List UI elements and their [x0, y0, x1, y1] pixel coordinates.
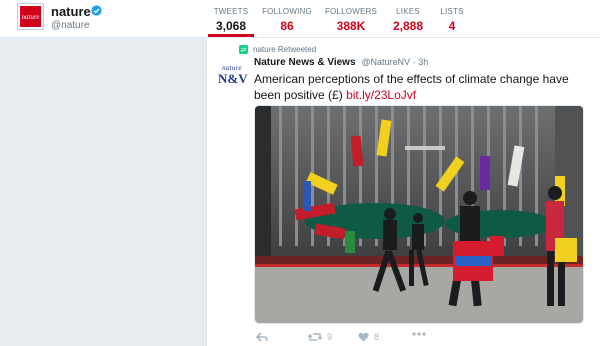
- verified-badge-icon: [91, 5, 102, 16]
- avatar-text-bottom: N&V: [218, 71, 248, 86]
- profile-avatar[interactable]: nature: [17, 3, 44, 30]
- stat-label: FOLLOWERS: [324, 7, 378, 16]
- tweet-time[interactable]: · 3h: [413, 57, 429, 67]
- tab-tweets[interactable]: TWEETS 3,068: [208, 0, 254, 37]
- tweet-link[interactable]: bit.ly/23LoJvf: [346, 88, 416, 102]
- author-avatar[interactable]: nature N&V: [218, 64, 248, 92]
- tweet-photo[interactable]: [254, 105, 584, 324]
- like-button[interactable]: 8: [358, 332, 379, 342]
- author-handle[interactable]: @NatureNV: [361, 57, 410, 67]
- tweet-author: Nature News & Views @NatureNV · 3h: [254, 57, 428, 68]
- retweet-button[interactable]: 9: [308, 332, 332, 342]
- reply-button[interactable]: [256, 332, 268, 342]
- heart-icon: [358, 332, 369, 342]
- stat-label: TWEETS: [213, 7, 249, 16]
- retweet-icon: ⇄: [239, 45, 248, 54]
- stat-label: LISTS: [440, 7, 464, 16]
- author-name[interactable]: Nature News & Views: [254, 57, 356, 68]
- reply-icon: [256, 332, 268, 342]
- retweet-label[interactable]: nature Retweeted: [253, 45, 316, 54]
- stat-value: 86: [280, 19, 294, 33]
- avatar-logo: nature: [20, 6, 41, 27]
- stat-value: 4: [448, 19, 456, 33]
- stat-label: FOLLOWING: [262, 7, 312, 16]
- profile-name[interactable]: nature: [51, 4, 91, 19]
- profile-nav: nature nature @nature TWEETS 3,068 FOLLO…: [0, 0, 600, 38]
- tab-followers[interactable]: FOLLOWERS 388K: [324, 0, 378, 37]
- retweet-icon: [308, 333, 322, 341]
- stat-value: 388K: [336, 19, 366, 33]
- more-button[interactable]: [412, 332, 426, 336]
- more-icon: [412, 332, 426, 336]
- stat-value: 2,888: [392, 19, 424, 33]
- tab-following[interactable]: FOLLOWING 86: [262, 0, 312, 37]
- stat-label: LIKES: [396, 7, 420, 16]
- tweet-actions: 9 8: [254, 332, 584, 346]
- stat-value: 3,068: [215, 19, 247, 33]
- tab-likes[interactable]: LIKES 2,888: [390, 0, 426, 37]
- tweet-text: American perceptions of the effects of c…: [254, 71, 584, 103]
- retweet-context: ⇄ nature Retweeted: [239, 45, 316, 54]
- tweet-card[interactable]: ⇄ nature Retweeted nature N&V Nature New…: [206, 38, 600, 346]
- profile-handle: @nature: [51, 20, 90, 31]
- photo-illustration: [255, 106, 583, 323]
- retweet-count: 9: [327, 332, 333, 342]
- like-count: 8: [374, 332, 380, 342]
- tab-lists[interactable]: LISTS 4: [438, 0, 466, 37]
